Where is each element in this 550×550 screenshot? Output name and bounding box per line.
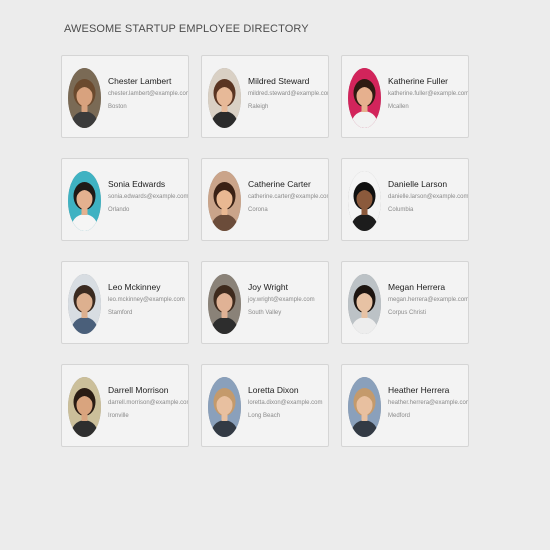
- employee-email: joy.wright@example.com: [248, 297, 315, 303]
- employee-name: Mildred Steward: [248, 76, 310, 86]
- employee-email: leo.mckinney@example.com: [108, 297, 185, 303]
- avatar: [348, 274, 381, 334]
- employee-info: Catherine Carter catherine.carter@exampl…: [248, 179, 328, 214]
- employee-email: katherine.fuller@example.com: [388, 91, 469, 97]
- employee-card[interactable]: Katherine Fuller katherine.fuller@exampl…: [341, 55, 469, 138]
- employee-name: Chester Lambert: [108, 76, 172, 86]
- employee-email: chester.lambert@example.com: [108, 91, 189, 97]
- employee-name: Heather Herrera: [388, 385, 450, 395]
- employee-name: Megan Herrera: [388, 282, 446, 292]
- employee-card[interactable]: Sonia Edwards sonia.edwards@example.com …: [61, 158, 189, 241]
- employee-card[interactable]: Chester Lambert chester.lambert@example.…: [61, 55, 189, 138]
- employee-city: Stamford: [108, 310, 133, 316]
- employee-card[interactable]: Darrell Morrison darrell.morrison@exampl…: [61, 364, 189, 447]
- avatar-portrait: [68, 274, 101, 334]
- employee-name: Danielle Larson: [388, 179, 448, 189]
- employee-info: Mildred Steward mildred.steward@example.…: [248, 76, 328, 111]
- employee-info: Sonia Edwards sonia.edwards@example.com …: [108, 179, 188, 214]
- employee-name: Katherine Fuller: [388, 76, 449, 86]
- employee-city: Boston: [108, 104, 127, 110]
- avatar: [68, 274, 101, 334]
- employee-info: Chester Lambert chester.lambert@example.…: [108, 76, 188, 111]
- employee-card[interactable]: Leo Mckinney leo.mckinney@example.com St…: [61, 261, 189, 344]
- avatar-portrait: [208, 377, 241, 437]
- employee-email: catherine.carter@example.com: [248, 194, 329, 200]
- employee-info: Leo Mckinney leo.mckinney@example.com St…: [108, 282, 188, 317]
- employee-card[interactable]: Heather Herrera heather.herrera@example.…: [341, 364, 469, 447]
- avatar-portrait: [348, 377, 381, 437]
- employee-name: Sonia Edwards: [108, 179, 166, 189]
- employee-email: loretta.dixon@example.com: [248, 400, 323, 406]
- avatar-portrait: [68, 377, 101, 437]
- avatar: [208, 68, 241, 128]
- employee-info: Darrell Morrison darrell.morrison@exampl…: [108, 385, 188, 420]
- page-title: AWESOME STARTUP EMPLOYEE DIRECTORY: [64, 23, 309, 35]
- employee-name: Darrell Morrison: [108, 385, 169, 395]
- avatar: [348, 68, 381, 128]
- avatar: [208, 274, 241, 334]
- avatar: [208, 377, 241, 437]
- avatar: [348, 171, 381, 231]
- avatar-portrait: [208, 274, 241, 334]
- avatar-portrait: [208, 171, 241, 231]
- employee-info: Loretta Dixon loretta.dixon@example.com …: [248, 385, 328, 420]
- avatar: [348, 377, 381, 437]
- employee-email: megan.herrera@example.com: [388, 297, 469, 303]
- employee-name: Loretta Dixon: [248, 385, 299, 395]
- avatar-portrait: [68, 68, 101, 128]
- avatar: [68, 68, 101, 128]
- employee-email: danielle.larson@example.com: [388, 194, 469, 200]
- avatar: [68, 377, 101, 437]
- employee-city: Columbia: [388, 207, 414, 213]
- employee-email: heather.herrera@example.com: [388, 400, 469, 406]
- employee-city: Orlando: [108, 207, 130, 213]
- avatar-portrait: [348, 274, 381, 334]
- avatar: [68, 171, 101, 231]
- employee-card[interactable]: Mildred Steward mildred.steward@example.…: [201, 55, 329, 138]
- employee-card[interactable]: Joy Wright joy.wright@example.com South …: [201, 261, 329, 344]
- employee-info: Megan Herrera megan.herrera@example.com …: [388, 282, 468, 317]
- avatar-portrait: [348, 68, 381, 128]
- avatar-portrait: [68, 171, 101, 231]
- employee-card[interactable]: Megan Herrera megan.herrera@example.com …: [341, 261, 469, 344]
- employee-city: South Valley: [248, 310, 282, 316]
- employee-name: Joy Wright: [248, 282, 288, 292]
- employee-grid: Chester Lambert chester.lambert@example.…: [61, 55, 469, 447]
- employee-card[interactable]: Danielle Larson danielle.larson@example.…: [341, 158, 469, 241]
- employee-card[interactable]: Catherine Carter catherine.carter@exampl…: [201, 158, 329, 241]
- employee-email: darrell.morrison@example.com: [108, 400, 189, 406]
- employee-city: Ironville: [108, 413, 129, 419]
- avatar-portrait: [348, 171, 381, 231]
- employee-info: Danielle Larson danielle.larson@example.…: [388, 179, 468, 214]
- employee-city: Raleigh: [248, 104, 269, 110]
- employee-city: Mcallen: [388, 104, 409, 110]
- employee-name: Leo Mckinney: [108, 282, 161, 292]
- employee-email: mildred.steward@example.com: [248, 91, 329, 97]
- employee-info: Katherine Fuller katherine.fuller@exampl…: [388, 76, 468, 111]
- employee-city: Corpus Christi: [388, 310, 427, 316]
- employee-city: Medford: [388, 413, 411, 419]
- employee-info: Joy Wright joy.wright@example.com South …: [248, 282, 328, 317]
- avatar-portrait: [208, 68, 241, 128]
- employee-info: Heather Herrera heather.herrera@example.…: [388, 385, 468, 420]
- employee-card[interactable]: Loretta Dixon loretta.dixon@example.com …: [201, 364, 329, 447]
- employee-city: Corona: [248, 207, 268, 213]
- employee-directory-page: AWESOME STARTUP EMPLOYEE DIRECTORY Chest…: [0, 0, 550, 550]
- avatar: [208, 171, 241, 231]
- employee-city: Long Beach: [248, 413, 281, 419]
- employee-email: sonia.edwards@example.com: [108, 194, 189, 200]
- employee-name: Catherine Carter: [248, 179, 311, 189]
